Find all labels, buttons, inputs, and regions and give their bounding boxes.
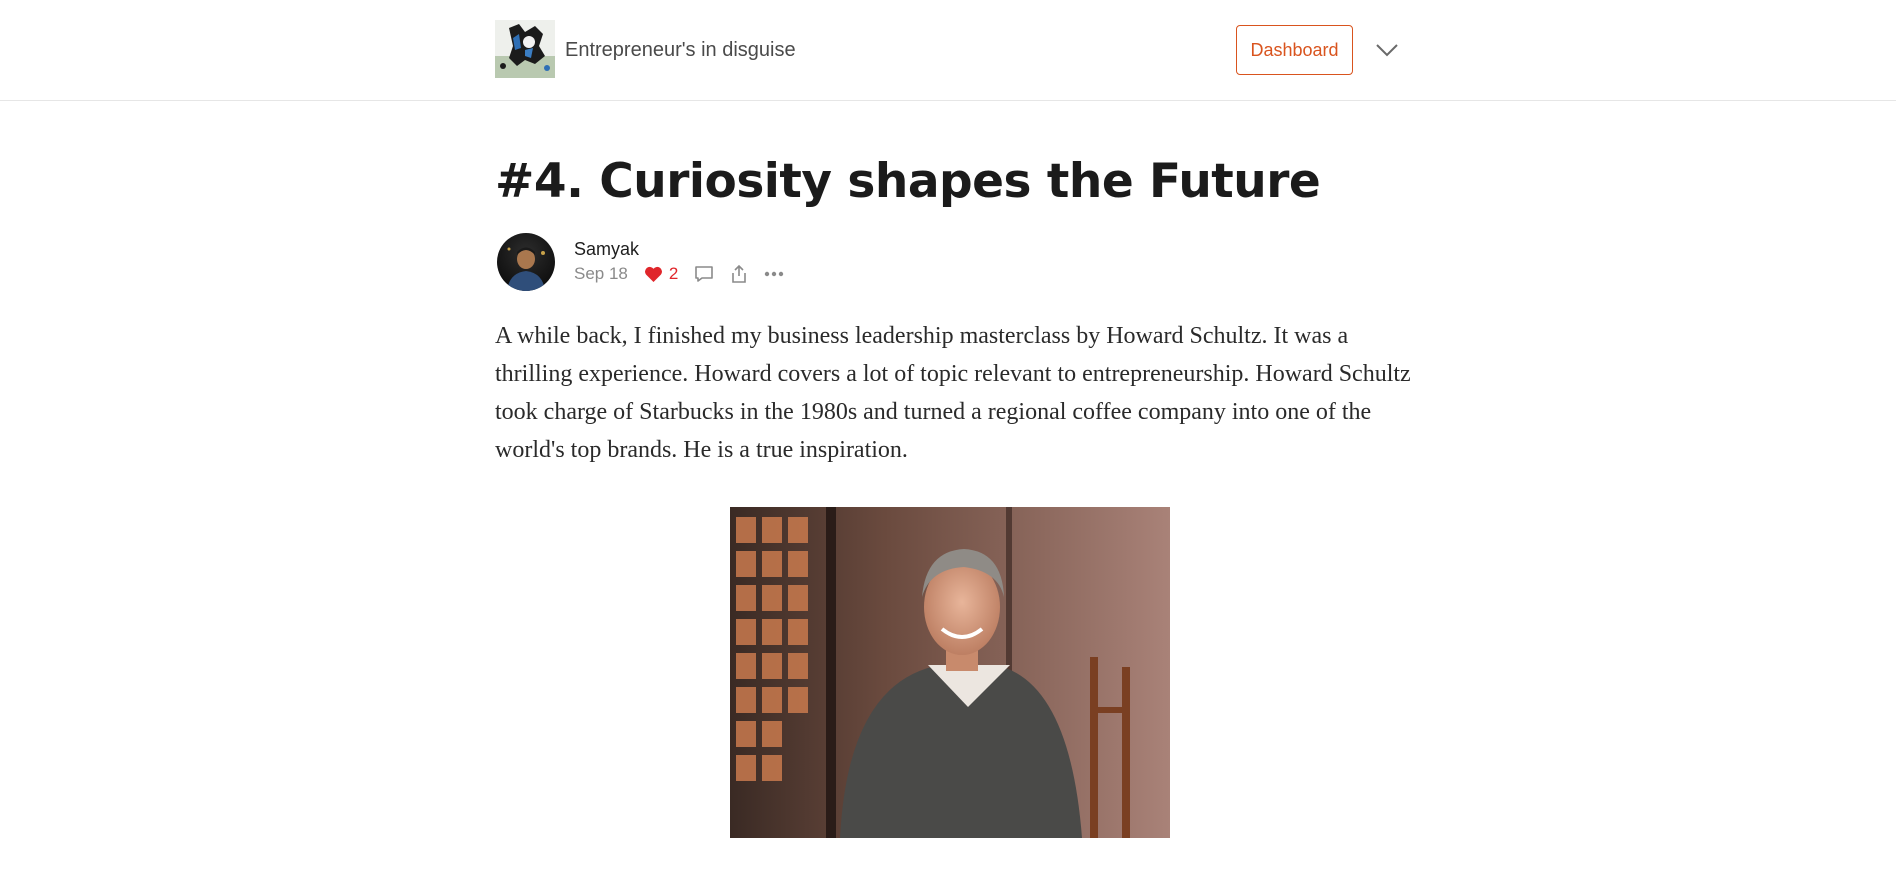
comment-icon <box>695 266 714 282</box>
post-title: #4. Curiosity shapes the Future <box>495 154 1321 209</box>
share-button[interactable] <box>730 264 748 284</box>
publication-logo[interactable] <box>495 20 555 78</box>
more-icon <box>765 271 784 277</box>
comment-button[interactable] <box>694 265 714 283</box>
post-body: A while back, I finished my business lea… <box>495 323 1411 463</box>
author-name[interactable]: Samyak <box>574 238 639 260</box>
like-button[interactable]: 2 <box>644 264 678 284</box>
top-bar: Entrepreneur's in disguise Dashboard <box>0 0 1896 101</box>
post-date: Sep 18 <box>574 264 628 283</box>
post-image[interactable] <box>730 507 1170 838</box>
like-count: 2 <box>668 264 679 283</box>
more-button[interactable] <box>764 271 784 277</box>
share-icon <box>732 264 747 283</box>
post-meta: Sep 18 2 <box>574 262 800 286</box>
dashboard-button[interactable]: Dashboard <box>1236 25 1353 75</box>
chevron-down-icon[interactable] <box>1374 37 1400 63</box>
publication-name[interactable]: Entrepreneur's in disguise <box>565 38 796 62</box>
heart-icon <box>644 266 662 282</box>
avatar[interactable] <box>497 233 555 291</box>
